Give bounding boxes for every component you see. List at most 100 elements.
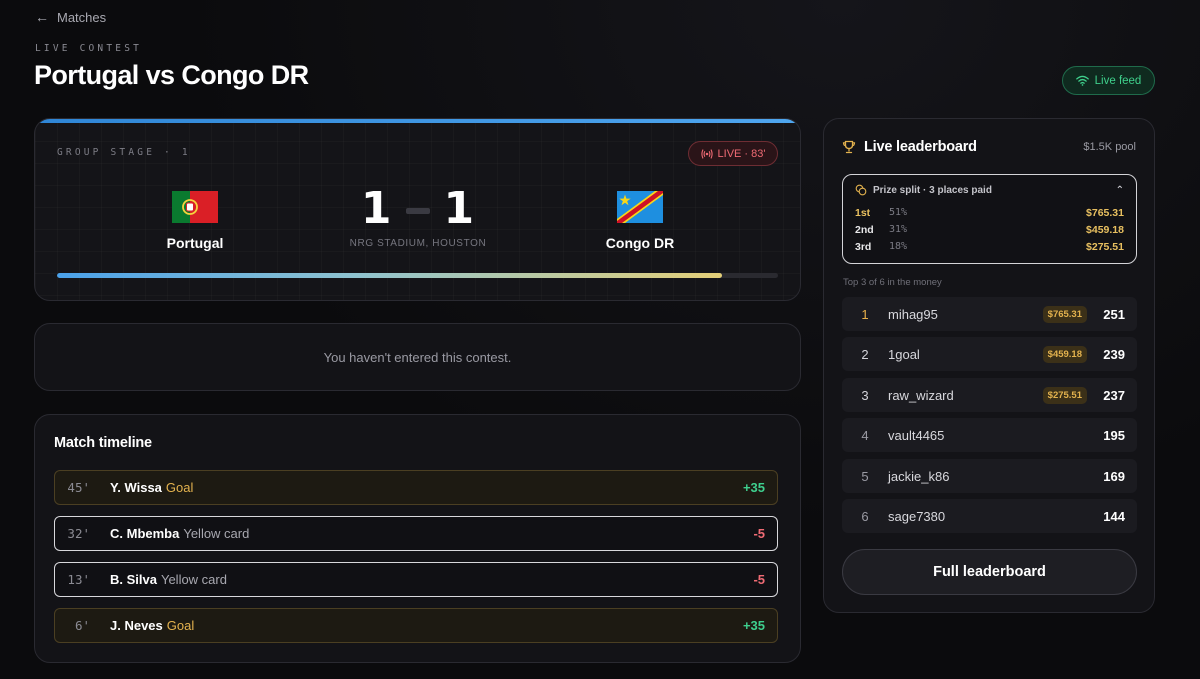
- prize-split-panel[interactable]: Prize split · 3 places paid ⌃ 1st 51% $7…: [842, 174, 1137, 264]
- live-feed-button[interactable]: Live feed: [1062, 66, 1155, 95]
- prize-amount: $459.18: [1086, 223, 1124, 236]
- match-timeline-card: Match timeline 45' Y. Wissa Goal +35 32'…: [34, 414, 801, 663]
- event-minute: 45': [67, 480, 90, 495]
- leaderboard-title: Live leaderboard: [864, 139, 977, 155]
- username: sage7380: [888, 508, 946, 524]
- score-separator: [405, 207, 430, 214]
- event-points: +35: [742, 480, 765, 495]
- username: raw_wizard: [888, 387, 954, 403]
- rank-number: 2: [861, 346, 869, 362]
- prize-place-row: 2nd 31% $459.18: [855, 222, 1124, 237]
- rank-number: 1: [861, 306, 869, 322]
- prize-place: 2nd: [855, 223, 874, 236]
- rank-number: 3: [861, 387, 869, 403]
- rank-number: 5: [861, 468, 869, 484]
- home-team: Portugal: [135, 191, 255, 251]
- timeline-event: 45' Y. Wissa Goal +35: [54, 470, 778, 505]
- trophy-icon: [842, 140, 856, 154]
- event-player: B. Silva: [110, 572, 157, 587]
- back-to-matches-link[interactable]: ← Matches: [35, 9, 106, 25]
- user-score: 169: [1103, 468, 1125, 484]
- username: mihag95: [888, 306, 938, 322]
- leaderboard-row[interactable]: 1 mihag95 $765.31 251: [842, 297, 1137, 331]
- in-the-money-caption: Top 3 of 6 in the money: [843, 277, 942, 288]
- event-minute: 13': [67, 572, 90, 587]
- away-team: Congo DR: [580, 191, 700, 251]
- live-status-badge: LIVE · 83': [688, 141, 778, 166]
- user-score: 144: [1103, 508, 1125, 524]
- wifi-icon: [1075, 75, 1089, 86]
- prize-place: 1st: [855, 206, 871, 219]
- chevron-up-icon[interactable]: ⌃: [1116, 185, 1124, 196]
- match-progress-fill: [57, 273, 722, 278]
- entry-notice-card: You haven't entered this contest.: [34, 323, 801, 391]
- home-score: 1: [360, 183, 392, 234]
- event-player: Y. Wissa: [110, 480, 162, 495]
- scoreboard-card: GROUP STAGE · 1 LIVE · 83' Portugal 1 1 …: [34, 118, 801, 301]
- coins-icon: [855, 184, 867, 196]
- page-title: Portugal vs Congo DR: [34, 60, 309, 90]
- broadcast-icon: [700, 148, 713, 159]
- congo-dr-flag-icon: [617, 191, 663, 223]
- leaderboard-header: Live leaderboard $1.5K pool: [842, 139, 1136, 155]
- rank-number: 6: [861, 508, 869, 524]
- portugal-flag-icon: [172, 191, 218, 223]
- leaderboard-row[interactable]: 4 vault4465 195: [842, 418, 1137, 452]
- timeline-event: 32' C. Mbemba Yellow card -5: [54, 516, 778, 551]
- leaderboard-row[interactable]: 5 jackie_k86 169: [842, 459, 1137, 493]
- event-player: J. Neves: [110, 618, 163, 633]
- scoreboard-accent-bar: [35, 119, 800, 123]
- live-status-text: LIVE · 83': [717, 147, 766, 160]
- live-feed-label: Live feed: [1094, 74, 1142, 87]
- match-progress-bar: [57, 273, 778, 278]
- username: 1goal: [888, 346, 920, 362]
- prize-pool: $1.5K pool: [1083, 141, 1136, 153]
- username: jackie_k86: [888, 468, 950, 484]
- leaderboard-row[interactable]: 6 sage7380 144: [842, 499, 1137, 533]
- prize-place: 3rd: [855, 240, 872, 253]
- event-player: C. Mbemba: [110, 526, 180, 541]
- prize-percent: 51%: [889, 207, 908, 218]
- page-eyebrow: LIVE CONTEST: [35, 43, 143, 54]
- prize-amount: $275.51: [1086, 240, 1124, 253]
- venue-label: NRG STADIUM, HOUSTON: [349, 238, 487, 249]
- event-type: Yellow card: [183, 526, 250, 541]
- prize-percent: 18%: [889, 241, 908, 252]
- away-team-name: Congo DR: [605, 235, 675, 251]
- prize-place-row: 3rd 18% $275.51: [855, 239, 1124, 254]
- user-score: 239: [1103, 346, 1125, 362]
- user-score: 237: [1103, 387, 1125, 403]
- user-score: 251: [1103, 306, 1125, 322]
- arrow-left-icon: ←: [35, 9, 49, 25]
- scoreline: 1 1: [335, 183, 500, 234]
- rank-number: 4: [861, 427, 869, 443]
- prize-amount: $765.31: [1086, 206, 1124, 219]
- event-points: +35: [742, 618, 765, 633]
- event-type: Yellow card: [160, 572, 227, 587]
- prize-chip: $459.18: [1042, 345, 1087, 363]
- back-link-label: Matches: [57, 9, 107, 25]
- user-score: 195: [1103, 427, 1125, 443]
- prize-percent: 31%: [889, 224, 908, 235]
- prize-split-header[interactable]: Prize split · 3 places paid ⌃: [855, 184, 1124, 196]
- prize-place-row: 1st 51% $765.31: [855, 205, 1124, 220]
- event-points: -5: [753, 526, 765, 541]
- event-type: Goal: [165, 480, 194, 495]
- event-minute: 32': [67, 526, 90, 541]
- home-team-name: Portugal: [166, 235, 224, 251]
- live-leaderboard-card: Live leaderboard $1.5K pool Prize split …: [823, 118, 1155, 613]
- full-leaderboard-button[interactable]: Full leaderboard: [842, 549, 1137, 595]
- stage-label: GROUP STAGE · 1: [57, 147, 191, 158]
- event-type: Goal: [166, 618, 195, 633]
- timeline-event: 13' B. Silva Yellow card -5: [54, 562, 778, 597]
- prize-chip: $765.31: [1042, 305, 1087, 323]
- timeline-event: 6' J. Neves Goal +35: [54, 608, 778, 643]
- prize-split-label: Prize split · 3 places paid: [873, 184, 992, 196]
- event-minute: 6': [74, 618, 90, 633]
- username: vault4465: [888, 427, 945, 443]
- leaderboard-row[interactable]: 2 1goal $459.18 239: [842, 337, 1137, 371]
- prize-chip: $275.51: [1042, 386, 1087, 404]
- away-score: 1: [443, 183, 475, 234]
- entry-notice-text: You haven't entered this contest.: [323, 349, 512, 365]
- leaderboard-row[interactable]: 3 raw_wizard $275.51 237: [842, 378, 1137, 412]
